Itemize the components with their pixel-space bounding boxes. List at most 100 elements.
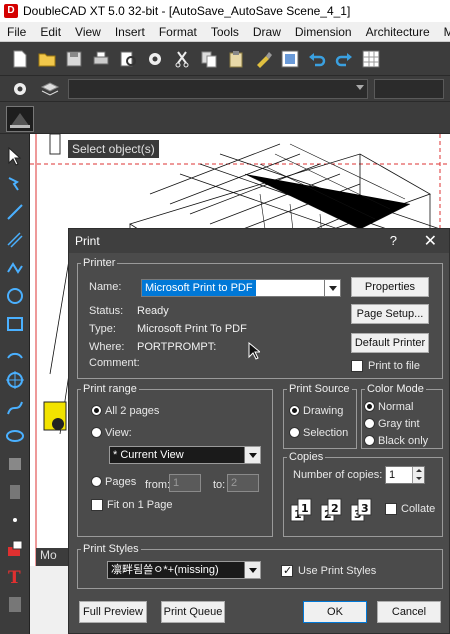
printer-name-select[interactable]: Microsoft Print to PDF bbox=[141, 279, 341, 297]
name-label: Name: bbox=[89, 281, 122, 293]
use-print-styles-checkbox[interactable] bbox=[281, 564, 293, 577]
chevron-down-icon[interactable] bbox=[244, 447, 260, 463]
collate-label: Collate bbox=[401, 503, 436, 515]
menu-insert[interactable]: Insert bbox=[108, 25, 152, 39]
copies-stepper[interactable]: 1 bbox=[385, 466, 425, 484]
view-select[interactable]: * Current View bbox=[109, 446, 261, 464]
node-edit-icon[interactable] bbox=[3, 172, 27, 196]
black-only-radio[interactable] bbox=[364, 435, 375, 446]
ellipse-icon[interactable] bbox=[3, 424, 27, 448]
help-button[interactable]: ? bbox=[390, 233, 397, 248]
property-combo[interactable] bbox=[68, 78, 368, 99]
print-icon[interactable] bbox=[89, 47, 113, 71]
select-hint: Select object(s) bbox=[68, 140, 159, 158]
ok-button[interactable]: OK bbox=[303, 601, 367, 623]
copies-group: Copies bbox=[283, 451, 443, 537]
circle-icon[interactable] bbox=[3, 284, 27, 308]
print-to-file-label: Print to file bbox=[368, 360, 420, 372]
brush-icon[interactable] bbox=[251, 47, 275, 71]
curve-icon[interactable] bbox=[3, 396, 27, 420]
page-setup-button[interactable]: Page Setup... bbox=[351, 304, 429, 324]
layer-view-icon[interactable] bbox=[6, 106, 34, 132]
pages-radio[interactable] bbox=[91, 476, 102, 487]
drawing-label: Drawing bbox=[303, 405, 344, 417]
gray-tint-radio[interactable] bbox=[364, 418, 375, 429]
symbol-icon[interactable] bbox=[3, 480, 27, 504]
undo-icon[interactable] bbox=[305, 47, 329, 71]
gear-icon[interactable] bbox=[143, 47, 167, 71]
layers-icon[interactable] bbox=[38, 77, 62, 101]
model-tab[interactable]: Mo bbox=[36, 548, 70, 566]
copy-icon[interactable] bbox=[197, 47, 221, 71]
menu-modify[interactable]: Modify bbox=[437, 25, 450, 39]
close-button[interactable]: ✕ bbox=[424, 231, 437, 251]
properties-button[interactable]: Properties bbox=[351, 277, 429, 297]
text-icon[interactable]: T bbox=[3, 564, 27, 588]
normal-radio[interactable] bbox=[364, 401, 375, 412]
print-range-legend: Print range bbox=[83, 383, 137, 395]
hatch-icon[interactable] bbox=[3, 452, 27, 476]
stepper-down-icon[interactable] bbox=[412, 475, 424, 483]
print-to-file-checkbox[interactable] bbox=[351, 360, 363, 372]
menu-draw[interactable]: Draw bbox=[246, 25, 288, 39]
menu-format[interactable]: Format bbox=[152, 25, 204, 39]
cancel-button[interactable]: Cancel bbox=[377, 601, 441, 623]
cut-icon[interactable] bbox=[170, 47, 194, 71]
point-icon[interactable] bbox=[3, 508, 27, 532]
new-icon[interactable] bbox=[8, 47, 32, 71]
sheet-icon[interactable] bbox=[3, 592, 27, 616]
number-of-copies-label: Number of copies: bbox=[293, 469, 383, 481]
print-style-select[interactable]: 凛畔됨쓸ㅇ*+(missing) bbox=[107, 561, 261, 579]
from-label: from: bbox=[145, 479, 171, 491]
paste-icon[interactable] bbox=[224, 47, 248, 71]
settings-gear-icon[interactable] bbox=[8, 77, 32, 101]
to-label: to: bbox=[213, 479, 226, 491]
stepper-up-icon[interactable] bbox=[412, 467, 424, 475]
menu-architecture[interactable]: Architecture bbox=[359, 25, 437, 39]
rectangle-icon[interactable] bbox=[3, 312, 27, 336]
menu-edit[interactable]: Edit bbox=[33, 25, 68, 39]
to-input[interactable]: 2 bbox=[227, 474, 259, 492]
main-toolbar bbox=[0, 42, 450, 76]
grid-icon[interactable] bbox=[359, 47, 383, 71]
menu-tools[interactable]: Tools bbox=[204, 25, 246, 39]
drawing-radio[interactable] bbox=[289, 405, 300, 416]
collate-checkbox[interactable] bbox=[385, 503, 397, 515]
svg-text:1: 1 bbox=[301, 502, 309, 515]
pointer-icon[interactable] bbox=[3, 144, 27, 168]
fill-color-icon[interactable] bbox=[3, 536, 27, 560]
svg-text:3: 3 bbox=[361, 502, 369, 515]
target-icon[interactable] bbox=[3, 368, 27, 392]
chevron-down-icon[interactable] bbox=[324, 280, 340, 296]
chevron-down-icon[interactable] bbox=[244, 562, 260, 578]
print-dialog: Print ? ✕ Printer Name: Microsoft Print … bbox=[68, 228, 450, 634]
selection-label: Selection bbox=[303, 427, 349, 439]
fit-on-page-label: Fit on 1 Page bbox=[107, 499, 173, 511]
menu-dimension[interactable]: Dimension bbox=[288, 25, 359, 39]
fit-on-page-checkbox[interactable] bbox=[91, 499, 103, 511]
menu-file[interactable]: File bbox=[0, 25, 33, 39]
line-icon[interactable] bbox=[3, 200, 27, 224]
from-input[interactable]: 1 bbox=[169, 474, 201, 492]
view-radio[interactable] bbox=[91, 427, 102, 438]
open-icon[interactable] bbox=[35, 47, 59, 71]
all-pages-radio[interactable] bbox=[91, 405, 102, 416]
snap-icon[interactable] bbox=[278, 47, 302, 71]
polyline-icon[interactable] bbox=[3, 256, 27, 280]
printer-name-value: Microsoft Print to PDF bbox=[142, 280, 256, 296]
redo-icon[interactable] bbox=[332, 47, 356, 71]
left-toolbar: T bbox=[0, 134, 30, 634]
status-label: Status: bbox=[89, 305, 124, 317]
full-preview-button[interactable]: Full Preview bbox=[79, 601, 147, 623]
dialog-title-bar: Print ? ✕ bbox=[69, 229, 449, 253]
default-printer-button[interactable]: Default Printer bbox=[351, 333, 429, 353]
save-icon[interactable] bbox=[62, 47, 86, 71]
arc-icon[interactable] bbox=[3, 340, 27, 364]
print-queue-button[interactable]: Print Queue bbox=[161, 601, 225, 623]
chevron-down-icon bbox=[356, 84, 364, 90]
property-combo-2[interactable] bbox=[374, 78, 444, 99]
menu-view[interactable]: View bbox=[68, 25, 108, 39]
double-line-icon[interactable] bbox=[3, 228, 27, 252]
print-preview-icon[interactable] bbox=[116, 47, 140, 71]
selection-radio[interactable] bbox=[289, 427, 300, 438]
